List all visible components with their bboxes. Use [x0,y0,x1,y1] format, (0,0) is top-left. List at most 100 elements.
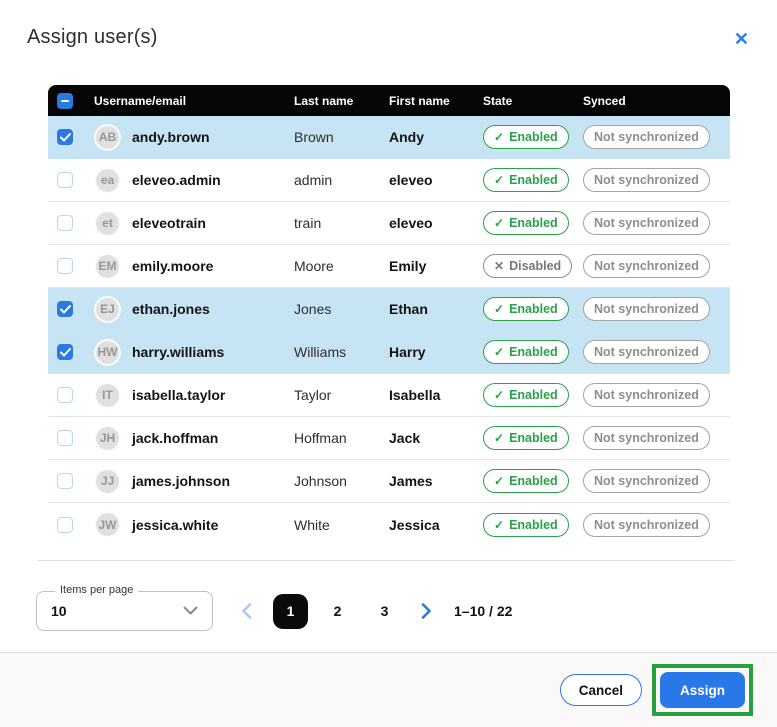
table-row[interactable]: JH jack.hoffman Hoffman Jack ✓ Enabled N… [48,417,730,460]
row-checkbox[interactable] [57,172,73,188]
state-label: Enabled [509,216,558,230]
username-text: ethan.jones [132,301,210,317]
state-icon: ✓ [494,519,504,531]
assign-button[interactable]: Assign [660,672,745,708]
table-row[interactable]: HW harry.williams Williams Harry ✓ Enabl… [48,331,730,374]
chevron-down-icon [183,602,198,620]
state-icon: ✓ [494,303,504,315]
last-name-text: White [294,517,389,533]
state-badge: ✓ Enabled [483,168,569,192]
username-text: james.johnson [132,473,230,489]
last-name-text: Williams [294,344,389,360]
row-checkbox[interactable] [57,517,73,533]
page-range-text: 1–10 / 22 [454,603,512,619]
synced-badge: Not synchronized [583,125,710,149]
col-header-lastname[interactable]: Last name [294,94,389,108]
page-button-2[interactable]: 2 [320,594,355,629]
username-text: andy.brown [132,129,210,145]
state-badge: ✓ Enabled [483,297,569,321]
state-icon: ✕ [494,260,504,272]
dialog-header: Assign user(s) ✕ [0,0,777,52]
row-checkbox[interactable] [57,258,73,274]
first-name-text: Isabella [389,387,483,403]
state-badge: ✓ Enabled [483,513,569,537]
first-name-text: Emily [389,258,483,274]
col-header-state[interactable]: State [483,94,583,108]
table-body: AB andy.brown Brown Andy ✓ Enabled Not s… [48,116,730,546]
cancel-button[interactable]: Cancel [560,674,642,706]
avatar: EM [94,253,121,280]
table-row[interactable]: et eleveotrain train eleveo ✓ Enabled No… [48,202,730,245]
page-button-3[interactable]: 3 [367,594,402,629]
avatar: EJ [94,296,121,323]
row-checkbox[interactable] [57,129,73,145]
synced-badge: Not synchronized [583,513,710,537]
row-checkbox[interactable] [57,430,73,446]
username-text: jessica.white [132,517,218,533]
synced-badge: Not synchronized [583,297,710,321]
last-name-text: Moore [294,258,389,274]
table-row[interactable]: AB andy.brown Brown Andy ✓ Enabled Not s… [48,116,730,159]
state-label: Enabled [509,388,558,402]
col-header-username[interactable]: Username/email [94,94,294,108]
state-badge: ✕ Disabled [483,254,572,278]
state-icon: ✓ [494,131,504,143]
username-text: jack.hoffman [132,430,218,446]
state-label: Enabled [509,474,558,488]
last-name-text: admin [294,172,389,188]
state-icon: ✓ [494,346,504,358]
table-row[interactable]: EM emily.moore Moore Emily ✕ Disabled No… [48,245,730,288]
synced-badge: Not synchronized [583,254,710,278]
state-badge: ✓ Enabled [483,383,569,407]
divider [37,560,734,561]
items-per-page-value: 10 [51,603,67,619]
first-name-text: James [389,473,483,489]
table-row[interactable]: EJ ethan.jones Jones Ethan ✓ Enabled Not… [48,288,730,331]
state-icon: ✓ [494,217,504,229]
table-row[interactable]: JJ james.johnson Johnson James ✓ Enabled… [48,460,730,503]
last-name-text: Johnson [294,473,389,489]
first-name-text: Ethan [389,301,483,317]
state-label: Enabled [509,302,558,316]
avatar: AB [94,124,121,151]
synced-badge: Not synchronized [583,383,710,407]
items-per-page-select[interactable]: Items per page 10 [36,591,213,631]
last-name-text: Taylor [294,387,389,403]
row-checkbox[interactable] [57,215,73,231]
select-all-checkbox[interactable] [57,93,73,109]
state-badge: ✓ Enabled [483,211,569,235]
username-text: eleveotrain [132,215,206,231]
avatar: et [94,210,121,237]
state-badge: ✓ Enabled [483,125,569,149]
avatar: IT [94,382,121,409]
avatar: JJ [94,468,121,495]
pagination-bar: Items per page 10 1 2 3 1–10 / 22 [36,591,777,631]
synced-badge: Not synchronized [583,211,710,235]
row-checkbox[interactable] [57,344,73,360]
row-checkbox[interactable] [57,473,73,489]
close-icon[interactable]: ✕ [730,26,753,52]
row-checkbox[interactable] [57,387,73,403]
table-row[interactable]: IT isabella.taylor Taylor Isabella ✓ Ena… [48,374,730,417]
col-header-synced[interactable]: Synced [583,94,730,108]
assign-button-highlight: Assign [652,664,753,716]
first-name-text: eleveo [389,172,483,188]
page-button-1[interactable]: 1 [273,594,308,629]
table-row[interactable]: JW jessica.white White Jessica ✓ Enabled… [48,503,730,546]
state-icon: ✓ [494,174,504,186]
table-header-row: Username/email Last name First name Stat… [48,85,730,116]
dialog-footer: Cancel Assign [0,652,777,727]
table-row[interactable]: ea eleveo.admin admin eleveo ✓ Enabled N… [48,159,730,202]
state-badge: ✓ Enabled [483,426,569,450]
first-name-text: Jessica [389,517,483,533]
col-header-firstname[interactable]: First name [389,94,483,108]
state-label: Disabled [509,259,561,273]
state-label: Enabled [509,173,558,187]
prev-page-icon[interactable] [235,599,259,623]
users-table: Username/email Last name First name Stat… [48,85,730,546]
row-checkbox[interactable] [57,301,73,317]
username-text: eleveo.admin [132,172,221,188]
items-per-page-label: Items per page [55,584,138,596]
state-label: Enabled [509,431,558,445]
next-page-icon[interactable] [414,599,438,623]
